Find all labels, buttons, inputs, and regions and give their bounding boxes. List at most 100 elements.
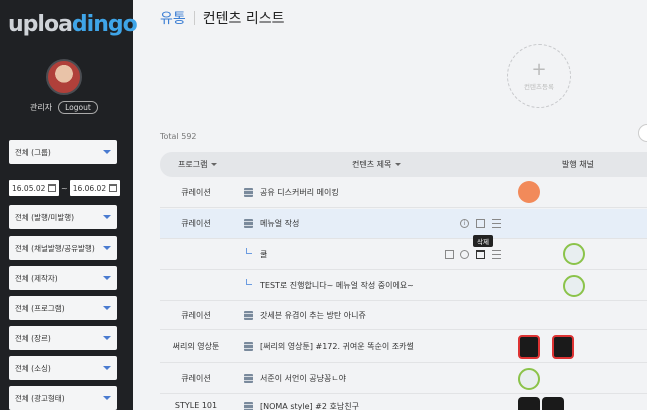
date-to-value: 16.06.02 <box>72 183 107 193</box>
row-program: 큐레이션 <box>181 188 211 197</box>
chevron-down-icon <box>103 246 111 250</box>
author-value: 전체 (제작자) <box>15 273 58 283</box>
channel-youtube-icon <box>552 335 574 359</box>
table-row[interactable]: TEST로 진행합니다~ 메뉴얼 작성 중이에요~ <box>160 271 647 301</box>
uploadingo-logo[interactable]: uploadingo <box>8 12 138 37</box>
chevron-down-icon <box>103 396 111 400</box>
publish-status-value: 전체 (발행/미발행) <box>15 212 75 222</box>
info-icon[interactable]: i <box>460 219 469 228</box>
calendar-icon[interactable] <box>108 184 117 192</box>
user-row: 관리자 Logout <box>30 101 98 114</box>
source-value: 전체 (소싱) <box>15 363 51 373</box>
row-program: 써리의 영상툰 <box>172 342 220 351</box>
author-select[interactable]: 전체 (제작자) <box>9 266 117 290</box>
scroll-handle[interactable] <box>638 124 647 142</box>
date-from-value: 16.05.02 <box>12 183 46 193</box>
source-select[interactable]: 전체 (소싱) <box>9 356 117 380</box>
video-icon <box>244 374 253 383</box>
row-title[interactable]: 메뉴얼 작성 <box>260 218 299 229</box>
table-row[interactable]: 써리의 영상툰 [써리의 영상툰] #172. 귀여운 똑순이 조카썰 <box>160 331 647 363</box>
table-row[interactable]: STYLE 101 [NOMA style] #2 호남친구 <box>160 395 647 410</box>
genre-select[interactable]: 전체 (장르) <box>9 326 117 350</box>
row-title[interactable]: 쿨 <box>260 249 267 260</box>
share-icon[interactable] <box>476 219 485 228</box>
row-program: STYLE 101 <box>174 401 218 410</box>
date-separator: ~ <box>61 183 68 193</box>
row-title[interactable]: TEST로 진행합니다~ 메뉴얼 작성 중이에요~ <box>260 280 414 291</box>
sort-icon[interactable] <box>395 163 402 166</box>
logo-text-part1: uploa <box>8 12 73 37</box>
breadcrumb-divider <box>193 11 195 25</box>
channel-share-select[interactable]: 전체 (채널발행/공유발행) <box>9 236 117 260</box>
column-header-channel-label: 발행 채널 <box>562 160 594 169</box>
genre-value: 전체 (장르) <box>15 333 51 343</box>
row-title[interactable]: 서준이 서언이 공냥꽁ㄴ야 <box>260 373 346 384</box>
row-program: 큐레이션 <box>181 219 211 228</box>
sort-icon[interactable] <box>211 163 218 166</box>
date-range: 16.05.02 ~ 16.06.02 <box>9 180 120 196</box>
chevron-down-icon <box>103 150 111 154</box>
column-header-channel: 발행 채널 <box>562 159 594 170</box>
video-icon <box>244 188 253 197</box>
channel-facebook-icon <box>518 368 540 390</box>
row-title[interactable]: [NOMA style] #2 호남친구 <box>260 401 359 410</box>
group-select-value: 전체 (그룹) <box>15 147 51 157</box>
total-count: Total 592 <box>160 132 197 141</box>
breadcrumb: 유통 컨텐츠 리스트 <box>160 8 285 28</box>
program-select[interactable]: 전체 (프로그램) <box>9 296 117 320</box>
table-row[interactable]: 큐레이션 메뉴얼 작성 i <box>160 209 647 239</box>
ad-type-select[interactable]: 전체 (광고형태) <box>9 386 117 410</box>
trash-icon[interactable] <box>476 250 485 259</box>
publish-status-select[interactable]: 전체 (발행/미발행) <box>9 205 117 229</box>
date-to-input[interactable]: 16.06.02 <box>69 180 120 196</box>
breadcrumb-parent[interactable]: 유통 <box>160 8 186 28</box>
column-header-program-label: 프로그램 <box>178 160 208 169</box>
menu-icon[interactable] <box>492 250 501 259</box>
table-row[interactable]: 큐레이션 서준이 서언이 공냥꽁ㄴ야 <box>160 364 647 394</box>
table-row[interactable]: 큐레이션 갓세븐 유겸이 추는 방탄 아니쥬 <box>160 302 647 330</box>
video-icon <box>244 219 253 228</box>
sidebar: uploadingo 관리자 Logout 전체 (그룹) 16.05.02 ~… <box>0 0 138 410</box>
column-header-title[interactable]: 컨텐츠 제목 <box>352 159 402 170</box>
channel-share-value: 전체 (채널발행/공유발행) <box>15 243 95 253</box>
add-content-label: 컨텐츠등록 <box>524 83 554 91</box>
video-icon <box>244 311 253 320</box>
chevron-down-icon <box>103 366 111 370</box>
plus-icon: + <box>531 59 547 80</box>
logout-button[interactable]: Logout <box>58 101 98 114</box>
channel-facebook-icon <box>518 397 540 410</box>
row-title[interactable]: 갓세븐 유겸이 추는 방탄 아니쥬 <box>260 310 366 321</box>
chevron-down-icon <box>103 336 111 340</box>
table-header: 프로그램 컨텐츠 제목 발행 채널 <box>160 152 647 177</box>
menu-icon[interactable] <box>492 219 501 228</box>
tree-branch-icon <box>246 279 252 285</box>
row-program: 큐레이션 <box>181 374 211 383</box>
edit-icon[interactable] <box>445 250 454 259</box>
user-name: 관리자 <box>30 103 53 112</box>
avatar <box>46 59 82 95</box>
column-header-title-label: 컨텐츠 제목 <box>352 160 392 169</box>
row-title[interactable]: [써리의 영상툰] #172. 귀여운 똑순이 조카썰 <box>260 341 414 352</box>
channel-facebook-icon <box>518 335 540 359</box>
video-icon <box>244 342 253 351</box>
row-program: 큐레이션 <box>181 311 211 320</box>
channel-youtube-icon <box>542 397 564 410</box>
table-row[interactable]: 쿨 <box>160 240 647 270</box>
calendar-icon[interactable] <box>48 184 56 192</box>
column-header-program[interactable]: 프로그램 <box>178 159 218 170</box>
chevron-down-icon <box>103 306 111 310</box>
video-icon <box>244 402 253 410</box>
channel-facebook-icon <box>518 181 540 203</box>
ad-type-value: 전체 (광고형태) <box>15 393 65 403</box>
clock-icon[interactable] <box>460 250 469 259</box>
group-select[interactable]: 전체 (그룹) <box>9 140 117 164</box>
add-content-button[interactable]: + 컨텐츠등록 <box>507 44 571 108</box>
date-from-input[interactable]: 16.05.02 <box>9 180 59 196</box>
row-title[interactable]: 공유 디스커버리 메이킹 <box>260 187 339 198</box>
channel-facebook-icon <box>563 275 585 297</box>
table-row[interactable]: 큐레이션 공유 디스커버리 메이킹 <box>160 178 647 208</box>
page-title: 컨텐츠 리스트 <box>202 11 285 27</box>
chevron-down-icon <box>103 215 111 219</box>
delete-tooltip: 삭제 <box>473 235 493 247</box>
channel-youtube-icon <box>563 243 585 265</box>
